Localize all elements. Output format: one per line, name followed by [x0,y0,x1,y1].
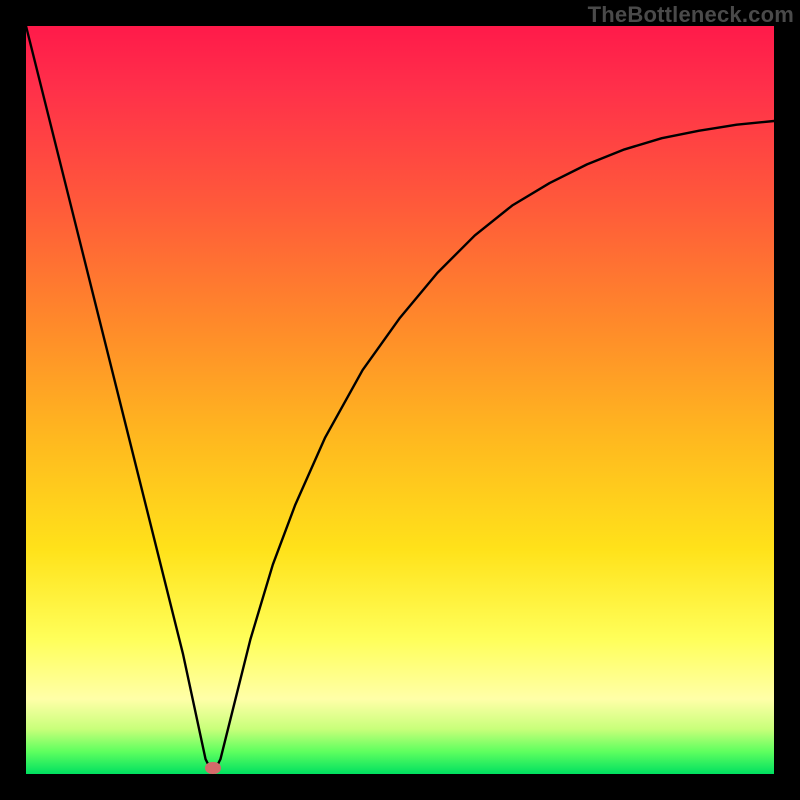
minimum-marker [205,762,221,774]
bottleneck-curve [26,26,774,774]
chart-frame [26,26,774,774]
watermark: TheBottleneck.com [588,2,794,28]
